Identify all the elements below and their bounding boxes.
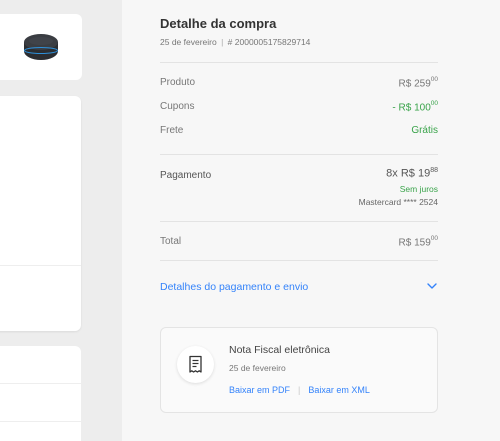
- order-list-column: [0, 0, 122, 441]
- invoice-card: Nota Fiscal eletrônica 25 de fevereiro B…: [160, 327, 438, 413]
- divider: [0, 265, 81, 266]
- separator: |: [221, 37, 224, 47]
- payment-label: Pagamento: [160, 170, 212, 181]
- purchase-date: 25 de fevereiro: [160, 37, 217, 47]
- installments-int: 8x R$ 19: [386, 167, 431, 180]
- echo-dot-speaker-icon: [24, 34, 58, 60]
- divider: [160, 260, 438, 261]
- left-content-card: [0, 96, 81, 331]
- coupons-value-int: - R$ 100: [392, 102, 431, 114]
- list-item[interactable]: [0, 346, 81, 384]
- left-list: [0, 346, 81, 441]
- product-value-int: R$ 259: [398, 78, 431, 90]
- chevron-down-icon[interactable]: [426, 281, 438, 291]
- divider: [160, 154, 438, 155]
- download-xml-link[interactable]: Baixar em XML: [308, 385, 370, 395]
- product-value-cents: 00: [430, 76, 438, 83]
- divider: [160, 62, 438, 63]
- product-label: Produto: [160, 77, 196, 88]
- product-value: R$ 25900: [398, 76, 438, 90]
- invoice-title: Nota Fiscal eletrônica: [229, 344, 330, 356]
- interest-free-label: Sem juros: [399, 184, 438, 194]
- receipt-icon: [189, 355, 202, 373]
- invoice-download-links: Baixar em PDF | Baixar em XML: [229, 385, 370, 395]
- purchase-meta: 25 de fevereiro | # 2000005175829714: [160, 37, 310, 47]
- payment-shipping-details-link[interactable]: Detalhes do pagamento e envio: [160, 281, 308, 293]
- installments-cents: 88: [430, 167, 438, 174]
- total-value: R$ 15900: [398, 235, 438, 249]
- shipping-label: Frete: [160, 125, 184, 136]
- payment-installments: 8x R$ 1988: [386, 167, 438, 180]
- card-info: Mastercard **** 2524: [358, 197, 438, 207]
- total-label: Total: [160, 236, 182, 247]
- invoice-date: 25 de fevereiro: [229, 363, 286, 373]
- coupons-label: Cupons: [160, 101, 195, 112]
- coupons-value-cents: 00: [430, 100, 438, 107]
- shipping-value: Grátis: [411, 125, 438, 136]
- invoice-icon-badge: [177, 346, 214, 383]
- divider: [160, 221, 438, 222]
- coupons-value: - R$ 10000: [392, 100, 438, 114]
- page-title: Detalhe da compra: [160, 16, 277, 31]
- purchase-detail-panel: Detalhe da compra 25 de fevereiro | # 20…: [122, 0, 500, 441]
- order-number: # 2000005175829714: [227, 37, 311, 47]
- list-item[interactable]: [0, 384, 81, 422]
- total-value-cents: 00: [430, 235, 438, 242]
- separator: |: [298, 385, 301, 395]
- total-value-int: R$ 159: [398, 237, 431, 249]
- download-pdf-link[interactable]: Baixar em PDF: [229, 385, 290, 395]
